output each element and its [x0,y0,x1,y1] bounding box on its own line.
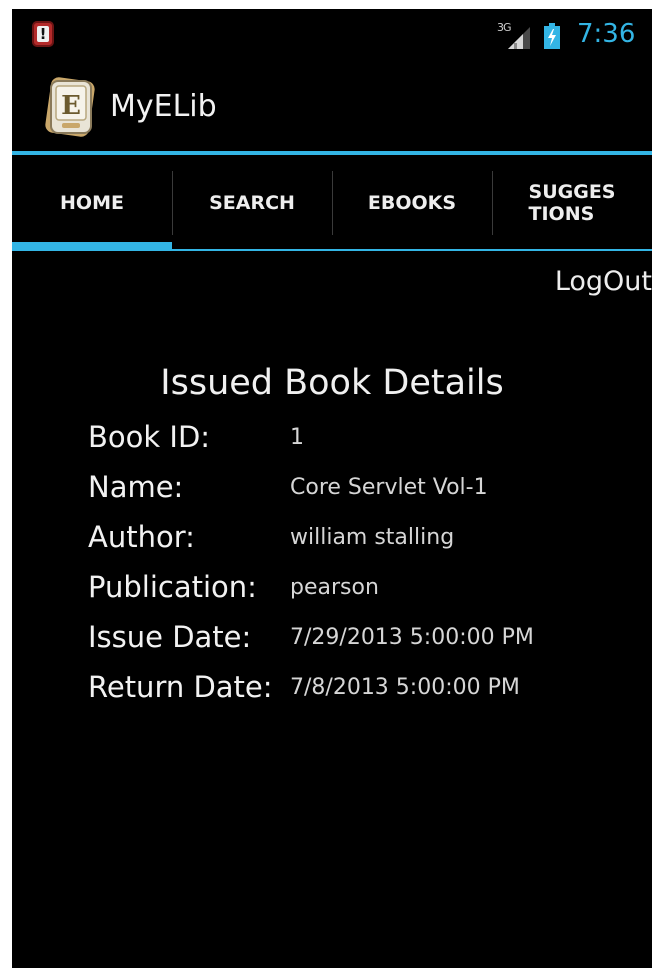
battery-charging-icon [544,23,560,49]
tab-ebooks-indicator [332,249,492,251]
detail-row-author: Author: william stalling [88,517,648,567]
status-bar: ! 3G 7:36 [12,9,652,59]
tab-search-label: SEARCH [209,192,295,214]
tab-home-label: HOME [60,192,124,214]
alert-glyph: ! [39,25,47,43]
return-date-label: Return Date: [88,670,273,704]
action-bar: E MyELib [12,59,652,155]
publication-value: pearson [290,575,379,600]
tab-bar: HOME SEARCH EBOOKS SUGGES TIONS [12,155,652,251]
detail-row-publication: Publication: pearson [88,567,648,617]
tab-home[interactable]: HOME [12,155,172,251]
app-screen: ! 3G 7:36 E MyELib HOME SEARCH EBOOKS SU… [12,9,652,968]
tab-search[interactable]: SEARCH [172,155,332,251]
detail-row-name: Name: Core Servlet Vol-1 [88,467,648,517]
tab-ebooks[interactable]: EBOOKS [332,155,492,251]
signal-icon [508,27,530,49]
name-label: Name: [88,470,184,504]
tab-suggestions-label: SUGGES TIONS [528,181,616,225]
issue-date-value: 7/29/2013 5:00:00 PM [290,625,534,650]
return-date-value: 7/8/2013 5:00:00 PM [290,675,520,700]
issue-date-label: Issue Date: [88,620,252,654]
tab-suggestions-indicator [492,249,652,251]
detail-row-issue-date: Issue Date: 7/29/2013 5:00:00 PM [88,617,648,667]
detail-row-return-date: Return Date: 7/8/2013 5:00:00 PM [88,667,648,717]
author-label: Author: [88,520,195,554]
logout-link[interactable]: LogOut [555,264,652,300]
details-title: Issued Book Details [160,363,504,403]
book-id-value: 1 [290,425,304,450]
publication-label: Publication: [88,570,257,604]
logo-letter: E [61,91,81,121]
app-title: MyELib [110,89,217,124]
book-id-label: Book ID: [88,420,211,454]
status-clock: 7:36 [577,19,636,49]
ebook-logo-icon[interactable]: E [42,77,98,137]
name-value: Core Servlet Vol-1 [290,475,488,500]
tab-search-indicator [172,249,332,251]
tab-suggestions[interactable]: SUGGES TIONS [492,155,652,251]
tab-home-indicator [12,242,172,251]
tab-ebooks-label: EBOOKS [367,192,457,214]
book-details-list: Book ID: 1 Name: Core Servlet Vol-1 Auth… [88,417,648,717]
author-value: william stalling [290,525,455,550]
detail-row-book-id: Book ID: 1 [88,417,648,467]
alert-notification-icon[interactable]: ! [32,21,54,47]
